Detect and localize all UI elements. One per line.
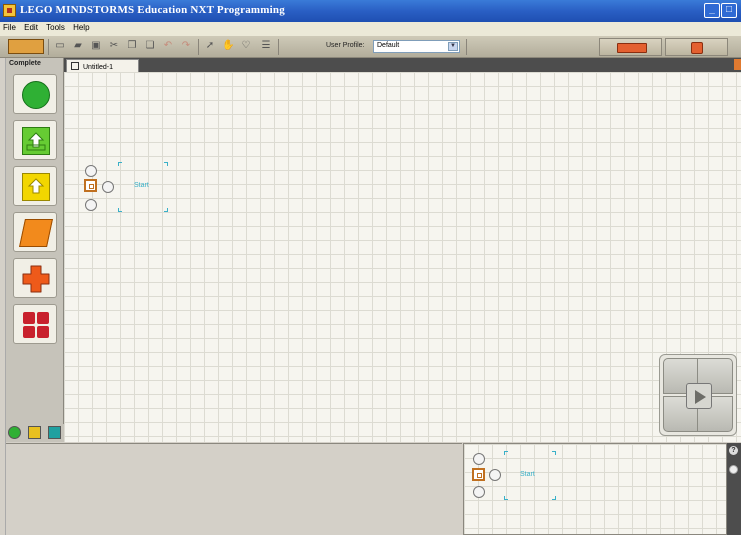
orange-cross-icon <box>22 265 50 293</box>
custom-palette-tab[interactable] <box>48 426 61 439</box>
common-palette-block[interactable] <box>13 74 57 114</box>
program-canvas[interactable]: Start <box>64 72 741 442</box>
sequence-port-bottom[interactable] <box>85 199 97 211</box>
programming-palette: Complete <box>6 58 64 442</box>
mini-map[interactable]: Start <box>463 443 727 535</box>
lego-piece-icon <box>691 42 703 54</box>
start-label: Start <box>134 182 149 189</box>
pointer-icon[interactable]: ➚ <box>204 40 216 52</box>
minimap-start-label: Start <box>520 471 535 478</box>
toolbar: ▭ ▰ ▣ ✂ ❐ ❏ ↶ ↷ ➚ ✋ ♡ ☰ User Profile: De… <box>0 36 741 58</box>
menu-bar: File Edit Tools Help <box>0 22 741 36</box>
menu-edit[interactable]: Edit <box>21 22 41 33</box>
start-bracket-bottom-right <box>164 208 168 212</box>
orange-parallelogram-icon <box>19 219 53 247</box>
sequence-port-top[interactable] <box>85 165 97 177</box>
sequence-port-right[interactable] <box>102 181 114 193</box>
play-button[interactable] <box>686 383 712 409</box>
minimap-bracket-br <box>552 496 556 500</box>
redo-icon[interactable]: ↷ <box>180 40 192 52</box>
data-palette-block[interactable] <box>13 258 57 298</box>
minimap-bracket-tr <box>552 451 556 455</box>
toolbar-separator <box>48 39 49 55</box>
nxt-controller <box>659 354 737 436</box>
undo-icon[interactable]: ↶ <box>162 40 174 52</box>
yellow-box-icon <box>22 173 50 201</box>
nxt-brick-icon <box>617 43 647 53</box>
paste-icon[interactable]: ❏ <box>144 40 156 52</box>
complete-palette-tab[interactable] <box>28 426 41 439</box>
start-bracket-top-right <box>164 162 168 166</box>
start-bracket-top-left <box>118 162 122 166</box>
help-strip: ? <box>727 443 741 535</box>
menu-file[interactable]: File <box>0 22 19 33</box>
advanced-palette-block[interactable] <box>13 304 57 344</box>
minimap-port-top <box>473 453 485 465</box>
comment-icon[interactable]: ♡ <box>240 40 252 52</box>
palette-tabs <box>6 424 64 442</box>
action-palette-block[interactable] <box>13 120 57 160</box>
document-tab-bar: Untitled-1 <box>64 58 741 72</box>
nxt-programming-window: LEGO MINDSTORMS Education NXT Programmin… <box>0 0 741 535</box>
minimize-button[interactable]: _ <box>704 3 720 18</box>
title-bar: LEGO MINDSTORMS Education NXT Programmin… <box>0 0 741 22</box>
minimap-start-icon <box>472 468 485 481</box>
start-icon <box>84 179 97 192</box>
minimap-bracket-tl <box>504 451 508 455</box>
menu-tools[interactable]: Tools <box>43 22 68 33</box>
minimap-port-bottom <box>473 486 485 498</box>
document-tab[interactable]: Untitled-1 <box>66 59 139 72</box>
close-tab-icon[interactable] <box>734 59 741 70</box>
user-profile-value: Default <box>377 42 400 49</box>
maximize-button[interactable]: □ <box>721 3 737 18</box>
green-box-icon <box>22 127 50 155</box>
open-icon[interactable]: ▰ <box>72 40 84 52</box>
start-bracket-bottom-left <box>118 208 122 212</box>
sensor-palette-block[interactable] <box>13 166 57 206</box>
help-pane <box>6 443 462 535</box>
toolbar-separator <box>466 39 467 55</box>
minimap-port-right <box>489 469 501 481</box>
new-icon[interactable]: ▭ <box>54 40 66 52</box>
mindstorms-center-button[interactable] <box>665 38 728 56</box>
red-grid-icon <box>22 311 50 339</box>
palette-title: Complete <box>9 60 41 67</box>
save-icon[interactable]: ▣ <box>90 40 102 52</box>
help-icon[interactable]: ? <box>729 446 738 455</box>
program-icon <box>71 62 79 70</box>
custom-palette-icon[interactable]: ☰ <box>260 40 272 52</box>
flow-palette-block[interactable] <box>13 212 57 252</box>
robot-educator-button[interactable] <box>8 39 44 54</box>
pan-icon[interactable]: ✋ <box>222 40 234 52</box>
toolbar-separator <box>198 39 199 55</box>
app-icon <box>3 4 16 17</box>
common-palette-tab[interactable] <box>8 426 21 439</box>
cut-icon[interactable]: ✂ <box>108 40 120 52</box>
chevron-down-icon[interactable]: ▼ <box>448 42 458 51</box>
green-circle-icon <box>22 81 50 109</box>
nxt-brick-button[interactable] <box>599 38 662 56</box>
user-profile-select[interactable]: Default ▼ <box>373 40 460 53</box>
navigation-icon[interactable] <box>729 465 738 474</box>
document-tab-label: Untitled-1 <box>83 64 113 71</box>
copy-icon[interactable]: ❐ <box>126 40 138 52</box>
toolbar-separator <box>278 39 279 55</box>
window-title: LEGO MINDSTORMS Education NXT Programmin… <box>20 4 285 16</box>
user-profile-label: User Profile: <box>326 42 365 49</box>
minimap-bracket-bl <box>504 496 508 500</box>
menu-help[interactable]: Help <box>70 22 92 33</box>
